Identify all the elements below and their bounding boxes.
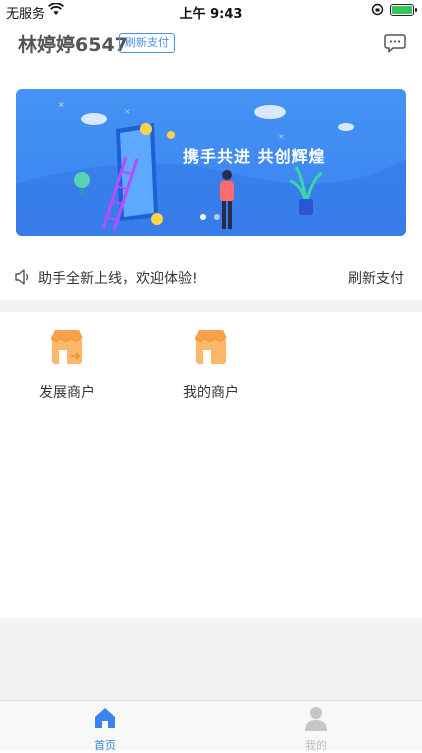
message-icon[interactable]	[384, 33, 406, 53]
battery-icon	[390, 3, 417, 16]
section-divider	[0, 300, 422, 312]
svg-text:×: ×	[278, 132, 285, 141]
function-grid: 发展商户 我的商户	[0, 312, 422, 618]
notice-bar[interactable]: 助手全新上线，欢迎体验! 刷新支付	[0, 262, 422, 292]
refresh-pay-badge[interactable]: 刷新支付	[119, 33, 175, 53]
banner-slogan: 携手共进 共创辉煌	[183, 147, 326, 166]
speaker-icon	[15, 269, 29, 285]
menu-item-develop-merchant[interactable]: 发展商户	[22, 328, 112, 402]
store-arrow-icon	[50, 330, 83, 364]
tab-home[interactable]: 首页	[65, 705, 145, 753]
menu-item-label: 我的商户	[183, 385, 239, 401]
clock-time: 上午 9:43	[179, 7, 243, 22]
svg-text:×: ×	[124, 107, 131, 116]
tab-label: 我的	[305, 739, 327, 752]
status-bar: 无服务 上午 9:43	[0, 0, 422, 22]
menu-item-my-merchant[interactable]: 我的商户	[166, 328, 256, 402]
page-header: 林婷婷6547 刷新支付	[0, 30, 422, 58]
bottom-tab-bar: 首页 我的	[0, 700, 422, 753]
user-icon	[305, 707, 327, 731]
menu-item-label: 发展商户	[39, 385, 95, 401]
notice-refresh-link[interactable]: 刷新支付	[348, 268, 404, 288]
home-icon	[95, 708, 115, 728]
empty-background	[0, 618, 422, 700]
notice-text: 助手全新上线，欢迎体验!	[38, 271, 198, 287]
orientation-lock-icon	[371, 3, 384, 16]
store-icon	[194, 330, 227, 364]
svg-text:×: ×	[58, 100, 65, 109]
promo-banner[interactable]: × × × 携手共进 共创辉煌	[16, 89, 406, 236]
tab-label: 首页	[94, 739, 116, 752]
user-name: 林婷婷6547	[18, 34, 128, 56]
tab-mine[interactable]: 我的	[276, 705, 356, 753]
